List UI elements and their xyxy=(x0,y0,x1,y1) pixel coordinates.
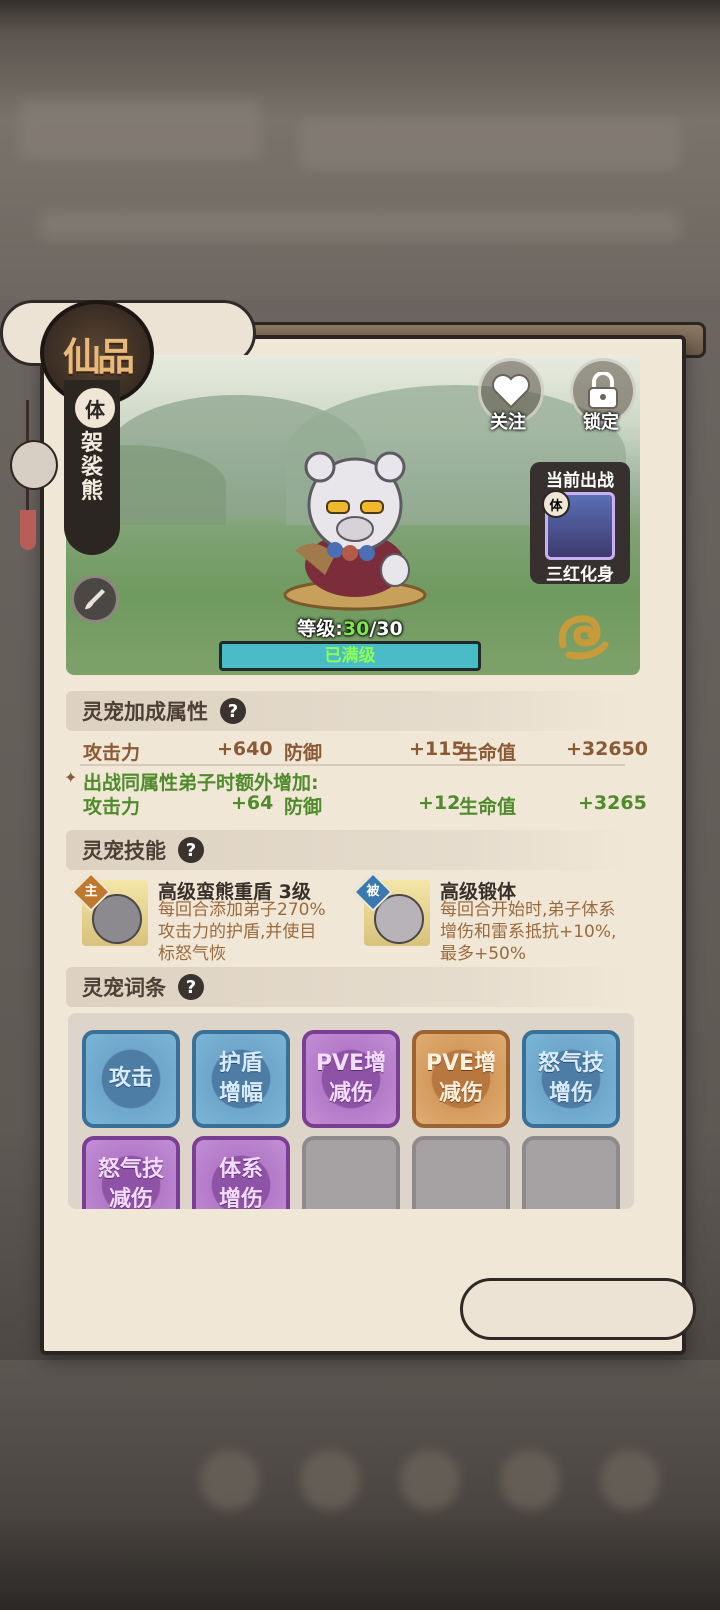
question-icon[interactable]: ? xyxy=(178,837,204,863)
entries-section-header: 灵宠词条 ? xyxy=(66,967,630,1007)
extra-bonus-title: 出战同属性弟子时额外增加: xyxy=(83,772,319,794)
cloud-swirl-icon[interactable] xyxy=(555,605,613,663)
question-icon[interactable]: ? xyxy=(220,698,246,724)
entry-slot[interactable]: PVE增 减伤 xyxy=(302,1030,400,1128)
entries-title: 灵宠词条 xyxy=(82,976,166,1000)
brush-icon xyxy=(85,589,105,610)
extra-label-attack: 攻击力 xyxy=(83,796,141,818)
skill-desc-active: 每回合添加弟子270%攻击力的护盾,并使目标怒气恢 xyxy=(158,900,326,964)
extra-value-hp: +3265 xyxy=(578,792,647,814)
divider xyxy=(80,764,625,766)
extra-label-defense: 防御 xyxy=(284,796,323,818)
entry-slot-empty[interactable] xyxy=(522,1136,620,1209)
sparkle-icon: ✦ xyxy=(64,768,78,787)
background-blur-bottom xyxy=(0,1360,720,1610)
entry-slot[interactable]: 护盾 增幅 xyxy=(192,1030,290,1128)
stat-value-attack: +640 xyxy=(217,738,273,760)
follow-label: 关注 xyxy=(490,412,526,433)
stat-label-attack: 攻击力 xyxy=(83,742,141,764)
skill-desc-passive: 每回合开始时,弟子体系增伤和雷系抵抗+10%,最多+50% xyxy=(440,900,617,964)
stat-value-defense: +115 xyxy=(409,738,465,760)
question-icon[interactable]: ? xyxy=(178,974,204,1000)
entry-slot-empty[interactable] xyxy=(302,1136,400,1209)
heart-icon xyxy=(492,374,530,409)
element-badge: 体 xyxy=(72,385,118,431)
extra-value-defense: +12 xyxy=(418,792,461,814)
battle-title: 当前出战 xyxy=(546,471,614,491)
skills-title: 灵宠技能 xyxy=(82,839,166,863)
battle-element-badge: 体 xyxy=(542,490,570,518)
tassel-end xyxy=(20,510,36,550)
cloud-decoration-bottom xyxy=(460,1278,696,1340)
stat-label-defense: 防御 xyxy=(284,742,323,764)
entry-slot-empty[interactable] xyxy=(412,1136,510,1209)
max-level-bar: 已满级 xyxy=(219,641,481,671)
background-blur-top xyxy=(0,0,720,300)
skin-button[interactable] xyxy=(71,575,119,623)
entry-slot[interactable]: 体系 增伤 xyxy=(192,1136,290,1209)
bonus-title: 灵宠加成属性 xyxy=(82,700,208,724)
extra-value-attack: +64 xyxy=(231,792,274,814)
bonus-section-header: 灵宠加成属性 ? xyxy=(66,691,630,731)
entry-slot[interactable]: 怒气技 减伤 xyxy=(82,1136,180,1209)
entry-slot[interactable]: 怒气技 增伤 xyxy=(522,1030,620,1128)
pet-name: 袈裟熊 xyxy=(80,431,103,504)
lock-label: 锁定 xyxy=(583,412,619,433)
cat-charm-icon xyxy=(10,440,58,490)
current-battle-card[interactable]: 当前出战 体 三红化身 xyxy=(530,462,630,585)
skills-section-header: 灵宠技能 ? xyxy=(66,830,630,870)
level-text: 等级:30/30 xyxy=(297,618,403,640)
extra-label-hp: 生命值 xyxy=(459,796,517,818)
entry-slot[interactable]: 攻击 xyxy=(82,1030,180,1128)
stat-value-hp: +32650 xyxy=(566,738,649,760)
entry-slot[interactable]: PVE增 减伤 xyxy=(412,1030,510,1128)
entry-slots-grid: 攻击 护盾 增幅 PVE增 减伤 PVE增 减伤 怒气技 增伤 怒气技 减伤 体系 增伤 xyxy=(68,1013,634,1209)
stat-label-hp: 生命值 xyxy=(459,742,517,764)
lock-icon xyxy=(588,372,618,409)
disciple-name: 三红化身 xyxy=(546,565,614,585)
pet-sprite xyxy=(283,451,427,611)
